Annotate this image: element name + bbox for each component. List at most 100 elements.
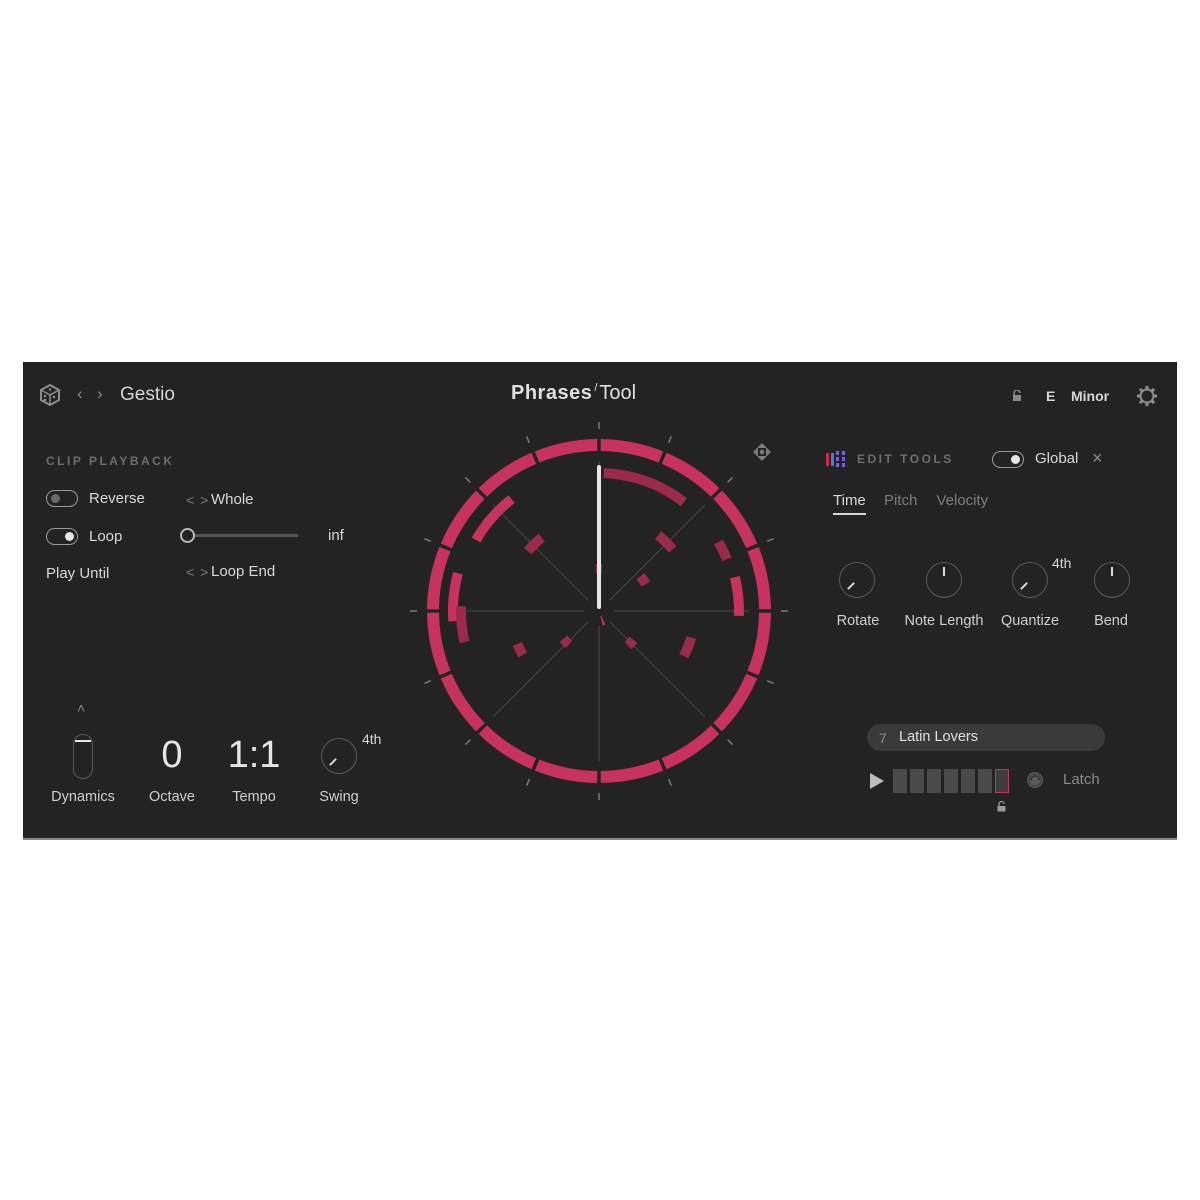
reverse-mode-value[interactable]: Whole <box>211 491 254 508</box>
step[interactable] <box>944 769 958 793</box>
tab-velocity[interactable]: Velocity <box>936 492 988 509</box>
dynamics-fader[interactable] <box>73 734 93 779</box>
swing-knob[interactable] <box>321 738 357 774</box>
play-icon[interactable] <box>869 772 885 790</box>
gear-icon[interactable] <box>1135 384 1159 408</box>
tab-time[interactable]: Time <box>833 492 866 515</box>
step-indicator[interactable] <box>893 769 1013 793</box>
ring-segment <box>713 490 758 549</box>
quantize-knob-pointer <box>1020 582 1028 590</box>
ring-segment <box>747 612 771 676</box>
note-arc <box>679 635 697 659</box>
step-lock-icon[interactable] <box>997 799 1006 812</box>
note-arc <box>512 642 528 658</box>
bend-label: Bend <box>1094 613 1128 629</box>
dynamics-caret-icon[interactable]: ˄ <box>77 700 85 716</box>
app-title-main: Phrases <box>511 382 593 404</box>
global-toggle-knob <box>1011 455 1020 464</box>
chevron-left-icon[interactable]: ‹ <box>77 384 83 404</box>
octave-label: Octave <box>149 789 195 805</box>
dynamics-fader-handle[interactable] <box>75 740 91 742</box>
note-arc <box>600 615 606 626</box>
reverse-label: Reverse <box>89 490 145 507</box>
phrase-circle[interactable] <box>399 411 799 811</box>
quantize-label: Quantize <box>1000 613 1060 629</box>
note-arc <box>729 575 744 617</box>
rotate-label: Rotate <box>836 613 880 629</box>
swing-knob-pointer <box>329 758 337 766</box>
ring-segment <box>600 759 664 783</box>
note-arc <box>714 539 732 562</box>
phrase-selector[interactable]: 7 Latin Lovers <box>867 724 1105 751</box>
edit-tools-icon <box>826 451 848 467</box>
midi-icon[interactable] <box>1026 771 1044 789</box>
latch-label[interactable]: Latch <box>1063 771 1100 788</box>
spoke-line <box>609 621 706 718</box>
step[interactable] <box>893 769 907 793</box>
app-title-slash: / <box>594 382 598 394</box>
reverse-toggle[interactable] <box>46 490 78 507</box>
ring-segment <box>427 612 451 676</box>
key-scale[interactable]: Minor <box>1071 388 1109 404</box>
phrase-number: 7 <box>879 730 887 746</box>
dice-icon[interactable] <box>38 383 62 407</box>
edit-tools-tabs: Time Pitch Velocity <box>833 492 988 515</box>
note-arc <box>456 606 470 644</box>
ring-segment <box>661 452 720 497</box>
note-length-knob-pointer <box>943 567 945 576</box>
swing-label: Swing <box>319 789 359 805</box>
spoke-line <box>492 621 589 718</box>
note-length-knob[interactable] <box>926 562 962 598</box>
step[interactable] <box>961 769 975 793</box>
global-label: Global <box>1035 450 1079 467</box>
note-arc <box>559 635 573 649</box>
ring-segment <box>713 673 758 732</box>
global-toggle[interactable] <box>992 451 1024 468</box>
note-arc <box>523 533 545 555</box>
chevron-right-icon[interactable]: › <box>97 384 103 404</box>
lock-open-icon[interactable] <box>1012 389 1022 401</box>
ring-segment <box>478 725 537 770</box>
play-until-value[interactable]: Loop End <box>211 563 275 580</box>
step-active[interactable] <box>995 769 1009 793</box>
loop-slider-handle[interactable] <box>180 528 195 543</box>
step[interactable] <box>978 769 992 793</box>
reverse-toggle-knob <box>51 494 60 503</box>
reverse-mode-arrows[interactable]: < > <box>186 492 209 508</box>
octave-value[interactable]: 0 <box>141 734 203 777</box>
tick-mark <box>667 436 673 444</box>
clip-playback-title: CLIP PLAYBACK <box>46 454 175 468</box>
bend-knob[interactable] <box>1094 562 1130 598</box>
note-arc <box>624 636 638 650</box>
tick-mark <box>766 537 774 543</box>
loop-label: Loop <box>89 528 123 545</box>
ring-segment <box>440 673 485 732</box>
step[interactable] <box>927 769 941 793</box>
tick-mark <box>464 739 471 746</box>
spoke-line <box>609 504 706 601</box>
ring-segment <box>534 439 598 463</box>
loop-slider-track[interactable] <box>188 534 298 537</box>
loop-slider-value: inf <box>328 527 344 544</box>
tempo-value[interactable]: 1:1 <box>219 734 289 777</box>
phrases-tool-panel: ‹ › Gestio Phrases / Tool E Minor CLIP PLA… <box>23 362 1177 840</box>
loop-toggle[interactable] <box>46 528 78 545</box>
ring-segment <box>427 546 451 610</box>
key-root[interactable]: E <box>1046 388 1055 404</box>
ring-segment <box>478 452 537 497</box>
tick-mark <box>464 476 471 483</box>
tab-pitch[interactable]: Pitch <box>884 492 917 509</box>
ring-segment <box>600 439 664 463</box>
phrase-name: Latin Lovers <box>899 729 978 745</box>
move-icon[interactable] <box>752 442 772 462</box>
tick-mark <box>766 679 774 685</box>
step[interactable] <box>910 769 924 793</box>
play-until-arrows[interactable]: < > <box>186 564 209 580</box>
rotate-knob[interactable] <box>839 562 875 598</box>
quantize-knob[interactable] <box>1012 562 1048 598</box>
note-length-label: Note Length <box>904 613 984 629</box>
preset-name[interactable]: Gestio <box>120 384 175 406</box>
tick-mark <box>667 778 673 786</box>
tick-mark <box>424 679 432 685</box>
close-icon[interactable]: × <box>1092 448 1103 469</box>
